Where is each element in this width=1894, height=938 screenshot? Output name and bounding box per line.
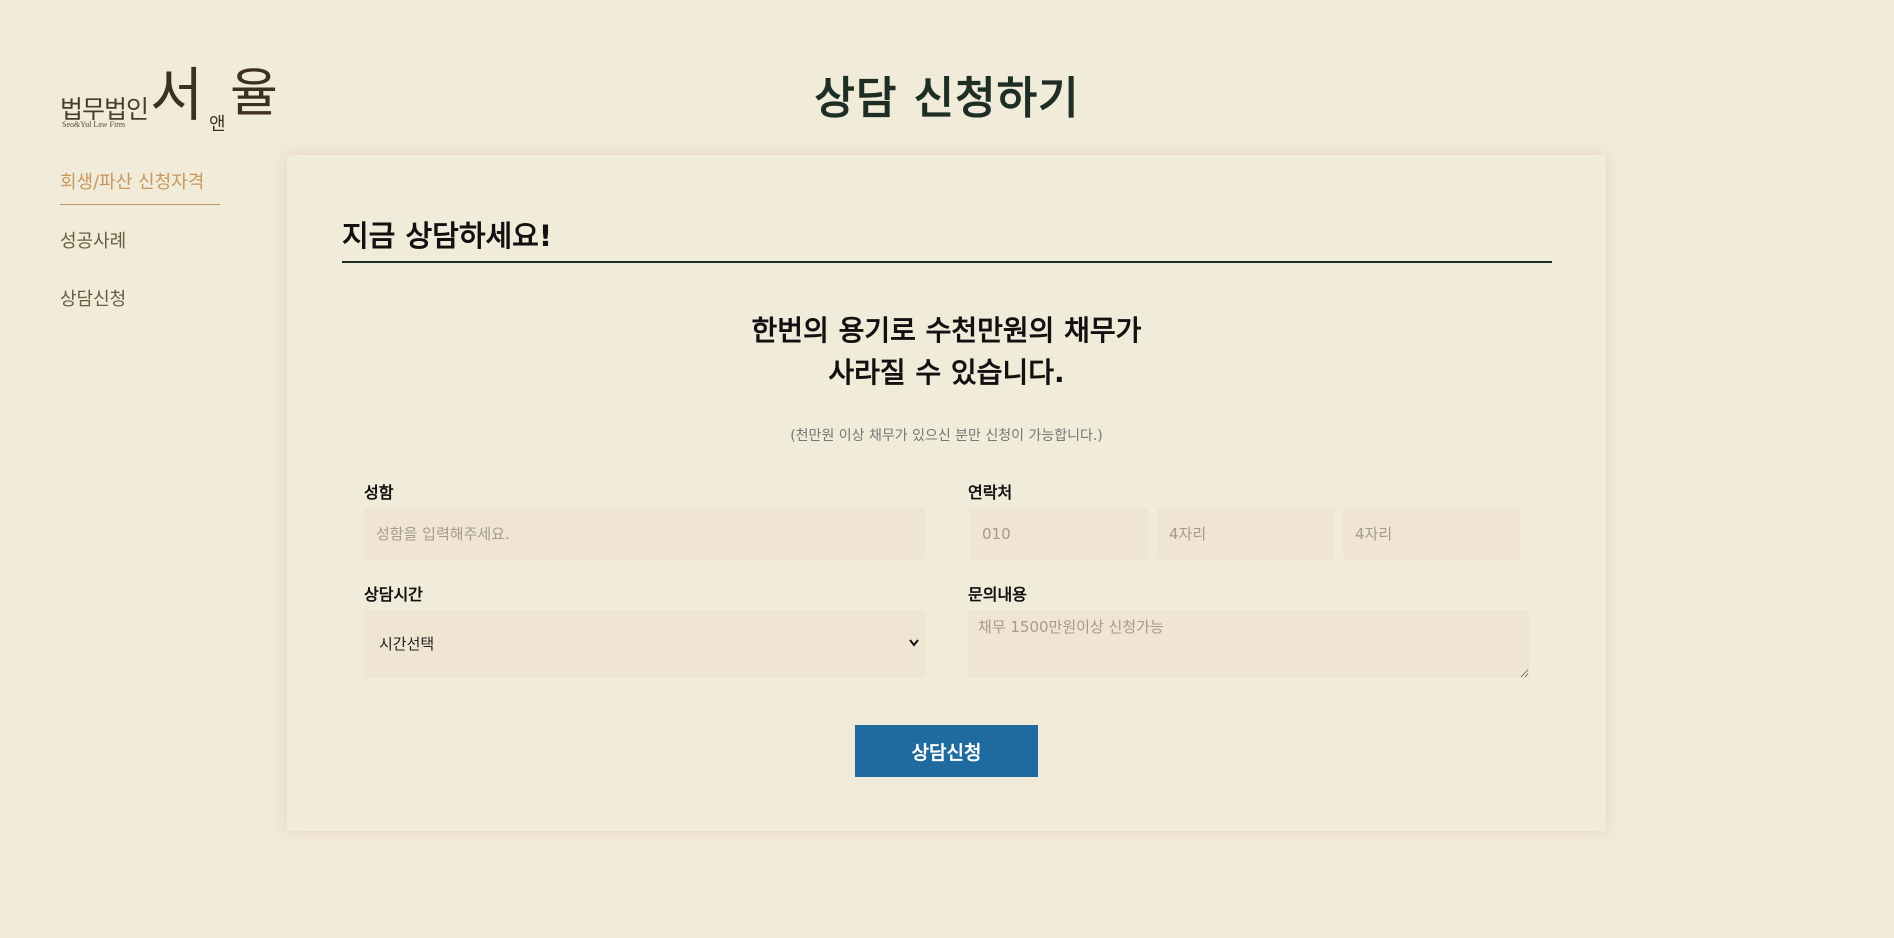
eligibility-notice: (천만원 이상 채무가 있으신 분만 신청이 가능합니다.) [790, 428, 1103, 444]
headline-line1: 한번의 용기로 수천만원의 채무가 [751, 314, 1142, 347]
phone-middle-input[interactable] [1157, 508, 1334, 559]
sidenav-item-success-cases[interactable]: 성공사례 [60, 227, 220, 263]
side-navigation: 회생/파산 신청자격 성공사례 상담신청 [60, 168, 220, 343]
time-label: 상담시간 [364, 585, 423, 604]
phone-prefix-input[interactable] [970, 508, 1148, 559]
sidenav-item-consultation[interactable]: 상담신청 [60, 285, 220, 321]
phone-label: 연락처 [968, 483, 1013, 502]
sidenav-item-eligibility[interactable]: 회생/파산 신청자격 [60, 168, 220, 205]
consultation-card: 지금 상담하세요! 한번의 용기로 수천만원의 채무가 사라질 수 있습니다. … [287, 155, 1606, 831]
message-textarea[interactable] [968, 610, 1529, 678]
time-select[interactable]: 시간선택 [364, 610, 925, 678]
headline-line2: 사라질 수 있습니다. [828, 356, 1065, 389]
name-label: 성함 [364, 483, 394, 502]
message-label: 문의내용 [968, 585, 1027, 604]
phone-last-input[interactable] [1343, 508, 1520, 559]
page: 법무법인 Seo&Yul Law Firm 서 앤 율 회생/파산 신청자격 성… [0, 0, 1894, 938]
name-input[interactable] [364, 508, 925, 559]
page-title: 상담 신청하기 [814, 73, 1080, 124]
card-heading: 지금 상담하세요! [342, 219, 553, 253]
heading-divider [342, 261, 1552, 263]
submit-consultation-button[interactable]: 상담신청 [855, 725, 1038, 777]
headline: 한번의 용기로 수천만원의 채무가 사라질 수 있습니다. [287, 310, 1606, 394]
